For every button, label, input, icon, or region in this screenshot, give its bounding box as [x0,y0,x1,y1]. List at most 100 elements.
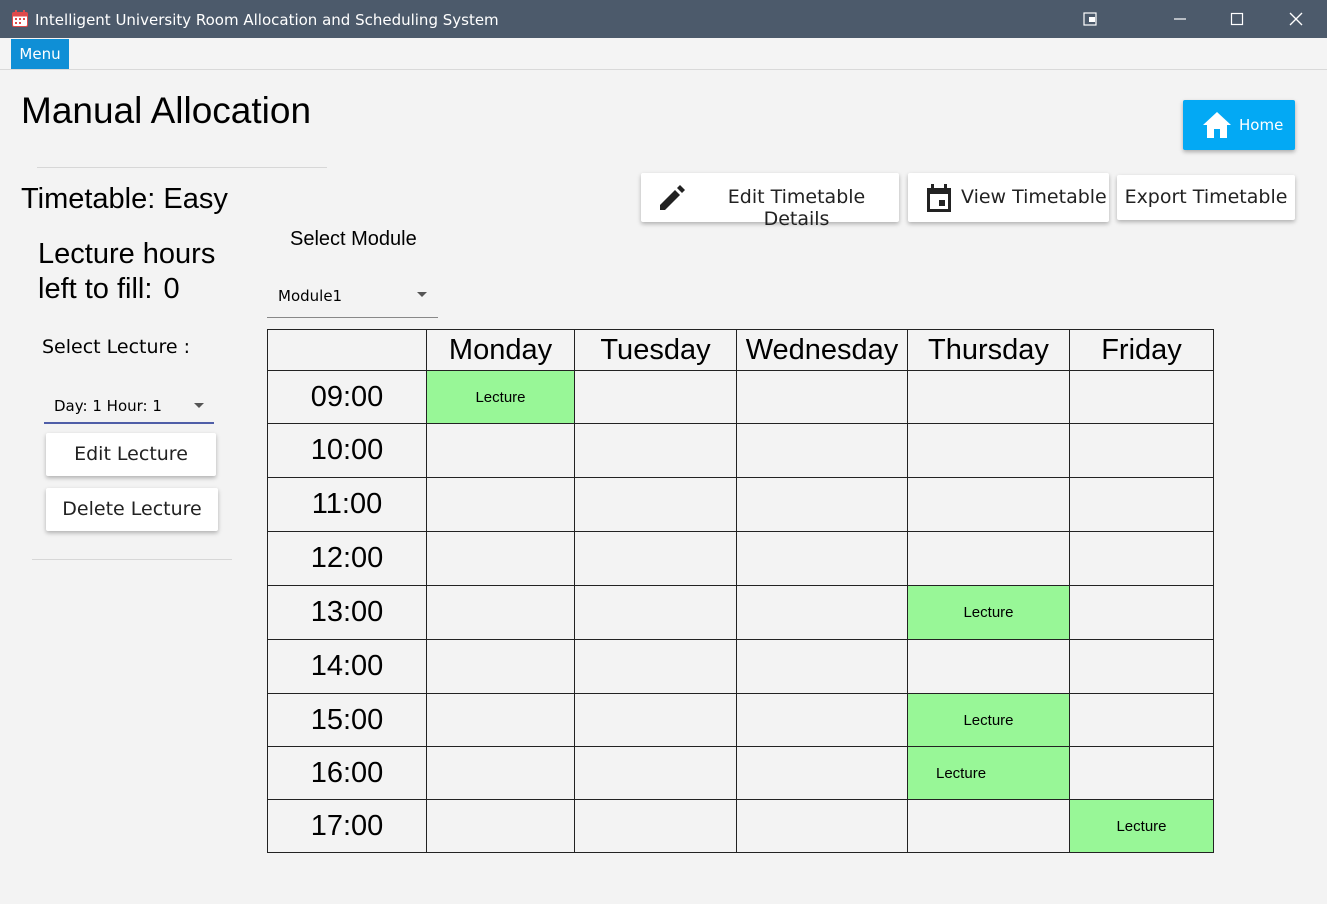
empty-slot[interactable] [736,585,908,640]
empty-slot[interactable] [1069,477,1214,532]
page-title: Manual Allocation [21,90,312,131]
view-timetable-label: View Timetable [961,186,1107,208]
timetable-row: 16:00 Lecture [267,746,1214,800]
pencil-icon [660,185,685,210]
hours-left-value: 0 [163,273,180,305]
empty-slot[interactable] [736,639,908,694]
export-timetable-button[interactable]: Export Timetable [1117,175,1295,220]
empty-slot[interactable] [1069,423,1214,478]
empty-slot[interactable] [1069,746,1214,800]
empty-slot[interactable] [1069,693,1214,747]
calendar-app-icon [12,10,28,27]
timetable-row: 09:00 Lecture [267,370,1214,424]
empty-slot[interactable] [1069,370,1214,424]
lecture-select[interactable]: Day: 1 Hour: 1 [44,392,214,424]
empty-slot[interactable] [574,423,737,478]
empty-slot[interactable] [426,531,575,586]
day-header: Monday [426,329,575,371]
empty-slot[interactable] [426,477,575,532]
divider [32,559,232,560]
timetable-row: 15:00 Lecture [267,693,1214,747]
empty-slot[interactable] [907,370,1070,424]
restore-window-button[interactable] [1067,0,1113,38]
empty-slot[interactable] [907,423,1070,478]
divider [37,167,327,168]
time-slot-label: 12:00 [267,531,427,586]
empty-slot[interactable] [736,370,908,424]
lecture-select-value: Day: 1 Hour: 1 [54,397,162,415]
lecture-slot[interactable]: Lecture [907,693,1070,747]
minimize-button[interactable] [1157,0,1203,38]
empty-slot[interactable] [574,746,737,800]
close-button[interactable] [1273,0,1319,38]
hours-left-label-2: left to fill: 0 [38,273,180,306]
empty-slot[interactable] [426,639,575,694]
menu-bar: Menu [0,38,1327,70]
time-slot-label: 09:00 [267,370,427,424]
empty-slot[interactable] [574,799,737,853]
empty-slot[interactable] [574,585,737,640]
empty-slot[interactable] [907,531,1070,586]
corner-cell [267,329,427,371]
day-header: Wednesday [736,329,908,371]
empty-slot[interactable] [574,370,737,424]
empty-slot[interactable] [736,531,908,586]
empty-slot[interactable] [574,693,737,747]
empty-slot[interactable] [426,799,575,853]
window-title: Intelligent University Room Allocation a… [35,11,499,29]
minimize-icon [1174,18,1186,20]
empty-slot[interactable] [736,693,908,747]
edit-timetable-details-button[interactable]: Edit Timetable Details [641,173,899,230]
edit-timetable-details-label: Edit Timetable Details [727,186,866,230]
lecture-slot[interactable]: Lecture [426,370,575,424]
empty-slot[interactable] [426,585,575,640]
empty-slot[interactable] [736,799,908,853]
home-button[interactable]: Home [1183,100,1295,150]
hours-left-label: Lecture hours [38,238,216,270]
time-slot-label: 16:00 [267,746,427,800]
title-bar: Intelligent University Room Allocation a… [0,0,1327,38]
select-lecture-label: Select Lecture : [42,336,191,358]
empty-slot[interactable] [426,423,575,478]
empty-slot[interactable] [1069,531,1214,586]
empty-slot[interactable] [907,799,1070,853]
lecture-slot[interactable]: Lecture [907,746,1070,800]
day-header: Friday [1069,329,1214,371]
edit-lecture-button[interactable]: Edit Lecture [46,433,216,476]
select-module-label: Select Module [290,228,417,250]
calendar-event-icon [927,184,951,212]
timetable-header-row: Monday Tuesday Wednesday Thursday Friday [267,329,1214,371]
module-select[interactable]: Module1 [267,280,438,318]
timetable-grid: Monday Tuesday Wednesday Thursday Friday… [267,329,1214,853]
delete-lecture-button[interactable]: Delete Lecture [46,488,218,531]
view-timetable-button[interactable]: View Timetable [908,173,1109,222]
empty-slot[interactable] [574,639,737,694]
empty-slot[interactable] [1069,585,1214,640]
empty-slot[interactable] [426,693,575,747]
timetable-row: 10:00 [267,423,1214,478]
empty-slot[interactable] [426,746,575,800]
time-slot-label: 17:00 [267,799,427,853]
lecture-slot[interactable]: Lecture [1069,799,1214,853]
empty-slot[interactable] [1069,639,1214,694]
lecture-slot[interactable]: Lecture [907,585,1070,640]
hours-left-label-text: left to fill: [38,273,153,305]
empty-slot[interactable] [907,477,1070,532]
home-icon [1203,112,1231,138]
timetable-row: 12:00 [267,531,1214,586]
time-slot-label: 10:00 [267,423,427,478]
empty-slot[interactable] [736,477,908,532]
maximize-icon [1230,12,1244,26]
empty-slot[interactable] [736,423,908,478]
chevron-down-icon [194,403,204,408]
empty-slot[interactable] [574,477,737,532]
maximize-button[interactable] [1214,0,1260,38]
chevron-down-icon [417,292,427,297]
pin-window-icon [1083,12,1097,26]
module-select-value: Module1 [278,287,343,305]
empty-slot[interactable] [907,639,1070,694]
empty-slot[interactable] [574,531,737,586]
day-header: Thursday [907,329,1070,371]
menu-button[interactable]: Menu [11,39,69,69]
empty-slot[interactable] [736,746,908,800]
